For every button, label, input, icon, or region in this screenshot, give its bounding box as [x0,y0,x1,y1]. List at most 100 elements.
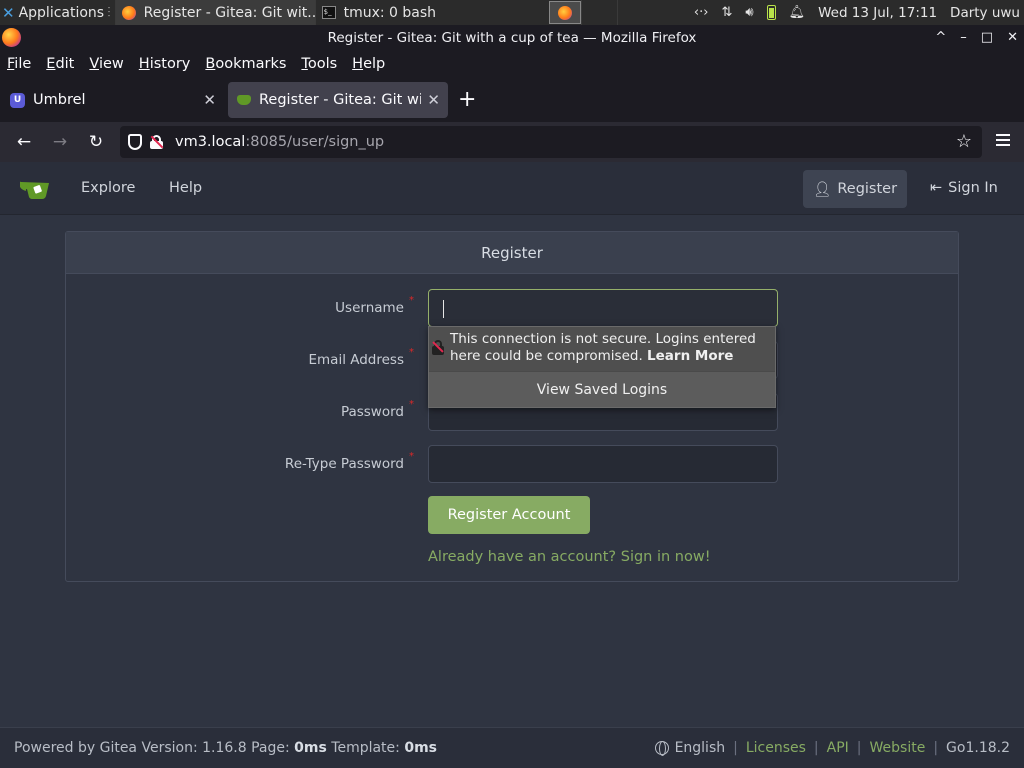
page-footer: Powered by Gitea Version: 1.16.8 Page: 0… [0,727,1024,768]
forward-button[interactable]: → [42,126,78,158]
close-window-button[interactable]: ✕ [1007,30,1018,45]
umbrel-icon: U [10,92,25,108]
system-tray: ‹·› ⇅ 🔊︎ 🔔︎ Wed 13 Jul, 17:11 Darty uwu [694,5,1024,21]
url-host: vm3.local [175,134,246,150]
workspace-1[interactable] [548,1,581,24]
password-label: Password [340,404,404,420]
menu-file[interactable]: File [7,56,31,72]
sign-in-icon: ⇤ [930,180,943,196]
applications-label: Applications [18,4,105,21]
footer-version-info: Powered by Gitea Version: 1.16.8 Page: 0… [14,740,437,756]
url-bar[interactable]: vm3.local:8085/user/sign_up ☆ [120,126,982,158]
go-version: Go1.18.2 [946,740,1010,756]
back-button[interactable]: ← [6,126,42,158]
gitea-logo-icon[interactable] [20,179,50,199]
menu-edit[interactable]: Edit [46,56,74,72]
user-name[interactable]: Darty uwu [950,5,1020,21]
tab-umbrel[interactable]: U Umbrel ✕ [2,82,224,118]
gitea-navbar: Explore Help 👤︎ Register ⇤ Sign In [0,162,1024,215]
tab-bar: U Umbrel ✕ Register - Gitea: Git with a … [0,78,1024,122]
menu-view[interactable]: View [89,56,123,72]
licenses-link[interactable]: Licenses [746,740,806,756]
menu-bookmarks[interactable]: Bookmarks [205,56,286,72]
required-marker: * [409,399,414,410]
separator: | [933,740,939,756]
url-path: :8085/user/sign_up [245,134,385,150]
nav-explore[interactable]: Explore [81,180,135,196]
required-marker: * [409,295,414,306]
nav-register-button[interactable]: 👤︎ Register [803,170,907,208]
notification-bell-icon[interactable]: 🔔︎ [789,5,806,20]
firefox-window-icon[interactable] [2,28,21,47]
sign-in-now-link[interactable]: Already have an account? Sign in now! [428,549,711,565]
footer-page-time: 0ms [294,740,327,756]
globe-icon [654,741,669,756]
maximize-button[interactable]: □ [981,30,993,45]
learn-more-link[interactable]: Learn More [647,348,733,364]
workspace-3[interactable] [616,0,653,25]
menu-help[interactable]: Help [352,56,385,72]
nav-register-label: Register [837,181,898,197]
window-titlebar: Register - Gitea: Git with a cup of tea … [0,25,1024,50]
footer-links: English | Licenses | API | Website | Go1… [654,740,1010,756]
applications-menu[interactable]: ✕ Applications ⫶ [0,0,115,25]
volume-icon[interactable]: 🔊︎ [745,5,753,20]
taskbar-firefox[interactable]: Register - Gitea: Git wit... [114,0,315,25]
api-link[interactable]: API [827,740,849,756]
footer-template-prefix: Template: [326,740,405,756]
menu-tools[interactable]: Tools [301,56,337,72]
insecure-lock-icon[interactable] [150,135,164,149]
tab-gitea-register[interactable]: Register - Gitea: Git with a cup of tea … [228,82,448,118]
app-menu-button[interactable] [996,134,1010,149]
minimize-button[interactable]: – [960,30,967,45]
close-tab-icon[interactable]: ✕ [203,91,216,109]
tab-gitea-title: Register - Gitea: Git with a cup of tea [259,92,422,108]
insecure-login-warning: This connection is not secure. Logins en… [429,327,775,371]
desktop-panel: ✕ Applications ⫶ Register - Gitea: Git w… [0,0,1024,25]
retype-password-field: Re-Type Password * [66,445,960,483]
tab-umbrel-title: Umbrel [33,92,86,108]
navigation-toolbar: ← → ↻ vm3.local:8085/user/sign_up ☆ [0,122,1024,162]
reload-button[interactable]: ↻ [78,126,114,158]
email-label: Email Address [308,352,404,368]
username-label: Username [335,300,404,316]
window-controls: ^ – □ ✕ [935,25,1024,50]
form-header: Register [66,232,958,274]
text-caret [443,300,444,318]
insecure-login-popup: This connection is not secure. Logins en… [428,326,776,408]
footer-template-time: 0ms [404,740,437,756]
menu-arrow-icon: ⫶ [107,4,111,21]
network-icon[interactable]: ‹·› [694,5,709,20]
view-saved-logins-button[interactable]: View Saved Logins [429,372,775,407]
battery-icon[interactable] [766,5,776,20]
menu-history[interactable]: History [139,56,191,72]
bookmark-star-icon[interactable]: ☆ [956,131,972,152]
tracking-protection-shield-icon[interactable] [128,134,142,150]
separator: | [733,740,738,756]
nav-sign-in-link[interactable]: ⇤ Sign In [930,180,998,196]
register-account-button[interactable]: Register Account [428,496,590,534]
clock[interactable]: Wed 13 Jul, 17:11 [818,5,937,21]
language-selector[interactable]: English [675,740,726,756]
xfce-icon: ✕ [2,3,15,22]
workspace-2[interactable] [580,0,617,25]
page-content: Explore Help 👤︎ Register ⇤ Sign In Regis… [0,162,1024,768]
nav-help[interactable]: Help [169,180,202,196]
taskbar-tmux[interactable]: $_ tmux: 0 bash [314,0,513,25]
new-tab-button[interactable]: + [458,89,476,111]
required-marker: * [409,451,414,462]
taskbar-tmux-label: tmux: 0 bash [343,4,437,21]
footer-powered-by: Powered by Gitea Version: 1.16.8 Page: [14,740,295,756]
retype-password-label: Re-Type Password [284,456,404,472]
insecure-lock-icon [432,340,444,356]
retype-password-input[interactable] [428,445,778,483]
terminal-icon: $_ [321,6,336,19]
shade-button[interactable]: ^ [935,30,946,45]
username-input[interactable] [428,289,778,327]
firefox-icon [121,5,136,20]
transfer-icon[interactable]: ⇅ [721,5,732,20]
gitea-icon [236,93,251,108]
website-link[interactable]: Website [870,740,926,756]
taskbar-firefox-label: Register - Gitea: Git wit... [143,4,315,21]
close-tab-icon[interactable]: ✕ [427,91,440,109]
